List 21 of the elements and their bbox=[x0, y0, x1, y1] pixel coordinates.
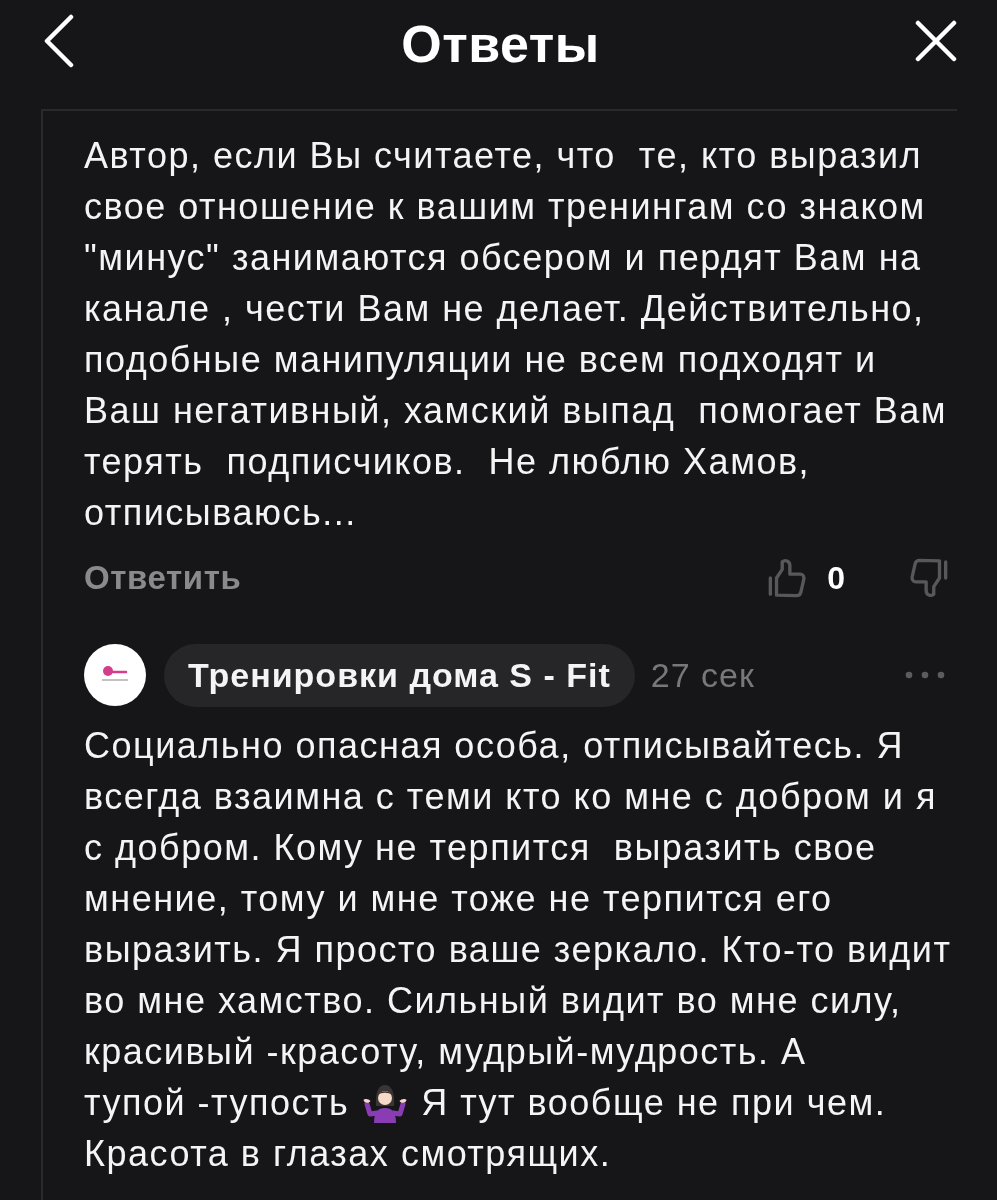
comment-text: Автор, если Вы считаете, что те, кто выразил свое отношение к вашим тренингам со знаком "минус" занимаются обсером и пердят Вам на канале , чести Вам не делает. Действительно, подобные манипуляции не всем подходят и Ваш негативный, хамский выпад помогает Вам терять подписчиков. Не люблю Хамов, отписываюсь... bbox=[84, 134, 949, 535]
back-chevron-icon bbox=[44, 14, 74, 68]
comment-text: Красота в глазах смотрящих. bbox=[84, 1132, 613, 1176]
thumbs-down-icon bbox=[909, 557, 949, 599]
dislike-button[interactable] bbox=[909, 557, 949, 599]
avatar-logo-icon bbox=[84, 644, 146, 706]
like-count: 0 bbox=[827, 559, 845, 597]
author-name-button[interactable]: Тренировки дома S - Fit bbox=[164, 643, 635, 707]
like-button[interactable] bbox=[767, 557, 808, 599]
more-icon bbox=[905, 671, 945, 679]
reply-button[interactable]: Ответить bbox=[84, 559, 242, 597]
woman-emoji-icon bbox=[363, 1082, 408, 1123]
comment-text: тупой -тупость bbox=[84, 1081, 350, 1125]
page-title: Ответы bbox=[401, 14, 600, 75]
comment-text: Я тут вообще не при чем. bbox=[421, 1081, 887, 1125]
comment-time: 27 сек bbox=[650, 655, 755, 695]
close-icon bbox=[915, 20, 957, 62]
more-button[interactable] bbox=[905, 671, 945, 679]
back-button[interactable] bbox=[44, 14, 74, 68]
thumbs-up-icon bbox=[767, 557, 808, 599]
close-button[interactable] bbox=[915, 20, 957, 62]
